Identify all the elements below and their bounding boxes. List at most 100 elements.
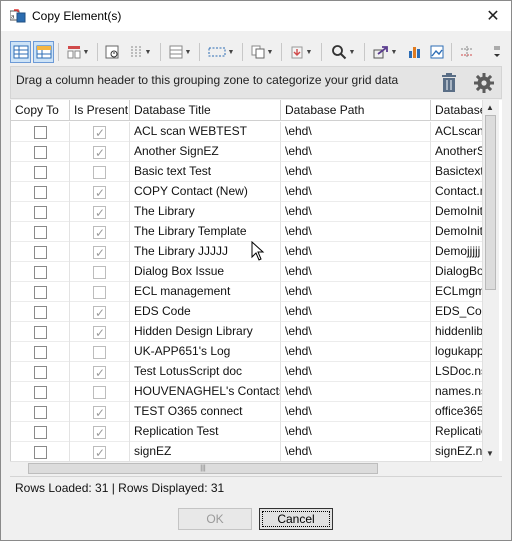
- column-header-copy-to[interactable]: Copy To: [11, 100, 70, 121]
- copy-to-checkbox[interactable]: [33, 285, 47, 299]
- copy-to-checkbox[interactable]: [33, 365, 47, 379]
- filter-builder-icon[interactable]: [102, 41, 122, 63]
- chart-icon[interactable]: [405, 41, 425, 63]
- selection-icon[interactable]: ▼: [204, 41, 238, 63]
- table-row[interactable]: UK-APP651's Log \ehd\ logukapp: [11, 342, 486, 362]
- is-present-checkbox: [93, 165, 106, 179]
- grouping-zone[interactable]: Drag a column header to this grouping zo…: [10, 66, 502, 99]
- copy-to-checkbox[interactable]: [33, 445, 47, 459]
- column-header-database-path[interactable]: Database Path: [281, 100, 431, 121]
- copy-to-checkbox[interactable]: [33, 245, 47, 259]
- database-title-cell: Hidden Design Library: [130, 322, 281, 342]
- copy-to-checkbox[interactable]: [33, 405, 47, 419]
- group-view-icon[interactable]: [33, 41, 54, 63]
- copy-to-cell: [11, 202, 70, 222]
- title-bar: a Copy Element(s) ✕: [1, 1, 511, 31]
- database-title-cell: Replication Test: [130, 422, 281, 442]
- grid-layout-icon[interactable]: [10, 41, 31, 63]
- ok-button[interactable]: OK: [178, 508, 252, 530]
- copy-to-checkbox[interactable]: [33, 385, 47, 399]
- copy-to-checkbox[interactable]: [33, 125, 47, 139]
- table-row[interactable]: Another SignEZ\ehd\AnotherS: [11, 142, 486, 162]
- database-title-cell: HOUVENAGHEL's Contacts: [130, 382, 281, 402]
- table-row[interactable]: Hidden Design Library\ehd\hiddenlib: [11, 322, 486, 342]
- layout-icon[interactable]: [457, 41, 477, 63]
- gear-icon[interactable]: [473, 72, 495, 94]
- horizontal-scrollbar[interactable]: |||: [10, 461, 482, 475]
- table-row[interactable]: TEST O365 connect\ehd\office365: [11, 402, 486, 422]
- table-row[interactable]: HOUVENAGHEL's Contacts \ehd\ names.ns: [11, 382, 486, 402]
- vertical-scrollbar[interactable]: ▲ ▼: [482, 100, 499, 461]
- table-row[interactable]: The Library JJJJJ\ehd\Demojjjjj: [11, 242, 486, 262]
- database-path-cell: \ehd\: [281, 122, 431, 142]
- copy-icon[interactable]: ▼: [247, 41, 277, 63]
- copy-to-checkbox[interactable]: [33, 345, 47, 359]
- table-row[interactable]: ACL scan WEBTEST\ehd\ACLscan.: [11, 122, 486, 142]
- paste-icon[interactable]: ▼: [286, 41, 316, 63]
- copy-to-cell: [11, 242, 70, 262]
- table-row[interactable]: Test LotusScript doc\ehd\LSDoc.ns: [11, 362, 486, 382]
- database-path-cell: \ehd\: [281, 142, 431, 162]
- column-header-database-file[interactable]: Database: [431, 100, 486, 121]
- table-row[interactable]: The Library Template\ehd\DemoInit: [11, 222, 486, 242]
- database-path-cell: \ehd\: [281, 382, 431, 402]
- database-path-cell: \ehd\: [281, 262, 431, 282]
- database-title-cell: COPY Contact (New): [130, 182, 281, 202]
- table-row[interactable]: ECL management \ehd\ ECLmgm: [11, 282, 486, 302]
- is-present-checkbox: [93, 324, 106, 342]
- cancel-button[interactable]: Cancel: [259, 508, 333, 530]
- copy-to-cell: [11, 162, 70, 182]
- toolbar-overflow-icon[interactable]: [491, 41, 503, 63]
- is-present-cell: [70, 422, 130, 442]
- is-present-cell: [70, 322, 130, 342]
- horizontal-scroll-thumb[interactable]: |||: [28, 463, 378, 474]
- export-icon[interactable]: ▼: [369, 41, 401, 63]
- scroll-down-icon[interactable]: ▼: [486, 449, 494, 458]
- database-path-cell: \ehd\: [281, 282, 431, 302]
- database-file-cell: Contact.n: [431, 182, 486, 202]
- copy-to-checkbox[interactable]: [33, 185, 47, 199]
- column-header-is-present[interactable]: Is Present: [70, 100, 130, 121]
- database-path-cell: \ehd\: [281, 422, 431, 442]
- is-present-cell: [70, 282, 130, 302]
- database-path-cell: \ehd\: [281, 302, 431, 322]
- is-present-checkbox: [93, 144, 106, 162]
- is-present-checkbox: [93, 244, 106, 262]
- copy-to-checkbox[interactable]: [33, 145, 47, 159]
- database-title-cell: Basic text Test: [130, 162, 281, 182]
- copy-elements-dialog: a Copy Element(s) ✕ ▼ ▼ ▼ ▼ ▼ ▼ ▼ ▼ Drag…: [0, 0, 512, 541]
- row-height-icon[interactable]: ▼: [165, 41, 195, 63]
- table-row[interactable]: The Library\ehd\DemoInit: [11, 202, 486, 222]
- table-row[interactable]: Dialog Box Issue \ehd\ DialogBo: [11, 262, 486, 282]
- copy-to-checkbox[interactable]: [33, 165, 47, 179]
- copy-to-checkbox[interactable]: [33, 305, 47, 319]
- table-row[interactable]: COPY Contact (New)\ehd\Contact.n: [11, 182, 486, 202]
- copy-to-checkbox[interactable]: [33, 225, 47, 239]
- close-icon[interactable]: ✕: [481, 4, 505, 28]
- columns-icon[interactable]: ▼: [125, 41, 155, 63]
- copy-to-checkbox[interactable]: [33, 265, 47, 279]
- scroll-up-icon[interactable]: ▲: [486, 103, 494, 112]
- vertical-scroll-thumb[interactable]: [485, 115, 496, 290]
- table-row[interactable]: Replication Test\ehd\Replicatio: [11, 422, 486, 442]
- database-title-cell: The Library Template: [130, 222, 281, 242]
- search-icon[interactable]: ▼: [326, 41, 360, 63]
- copy-to-checkbox[interactable]: [33, 325, 47, 339]
- image-icon[interactable]: [427, 41, 447, 63]
- copy-to-checkbox[interactable]: [33, 425, 47, 439]
- database-path-cell: \ehd\: [281, 242, 431, 262]
- database-title-cell: signEZ: [130, 442, 281, 461]
- table-row[interactable]: EDS Code\ehd\EDS_Cod: [11, 302, 486, 322]
- table-row[interactable]: Basic text Test \ehd\ Basictext: [11, 162, 486, 182]
- column-chooser-icon[interactable]: ▼: [63, 41, 93, 63]
- copy-to-cell: [11, 342, 70, 362]
- database-file-cell: DialogBo: [431, 262, 486, 282]
- is-present-checkbox: [93, 385, 106, 399]
- trash-icon[interactable]: [440, 73, 458, 93]
- copy-to-checkbox[interactable]: [33, 205, 47, 219]
- column-header-database-title[interactable]: Database Title: [130, 100, 281, 121]
- table-row[interactable]: signEZ\ehd\signEZ.ns: [11, 442, 486, 461]
- database-file-cell: signEZ.ns: [431, 442, 486, 461]
- database-path-cell: \ehd\: [281, 222, 431, 242]
- is-present-cell: [70, 262, 130, 282]
